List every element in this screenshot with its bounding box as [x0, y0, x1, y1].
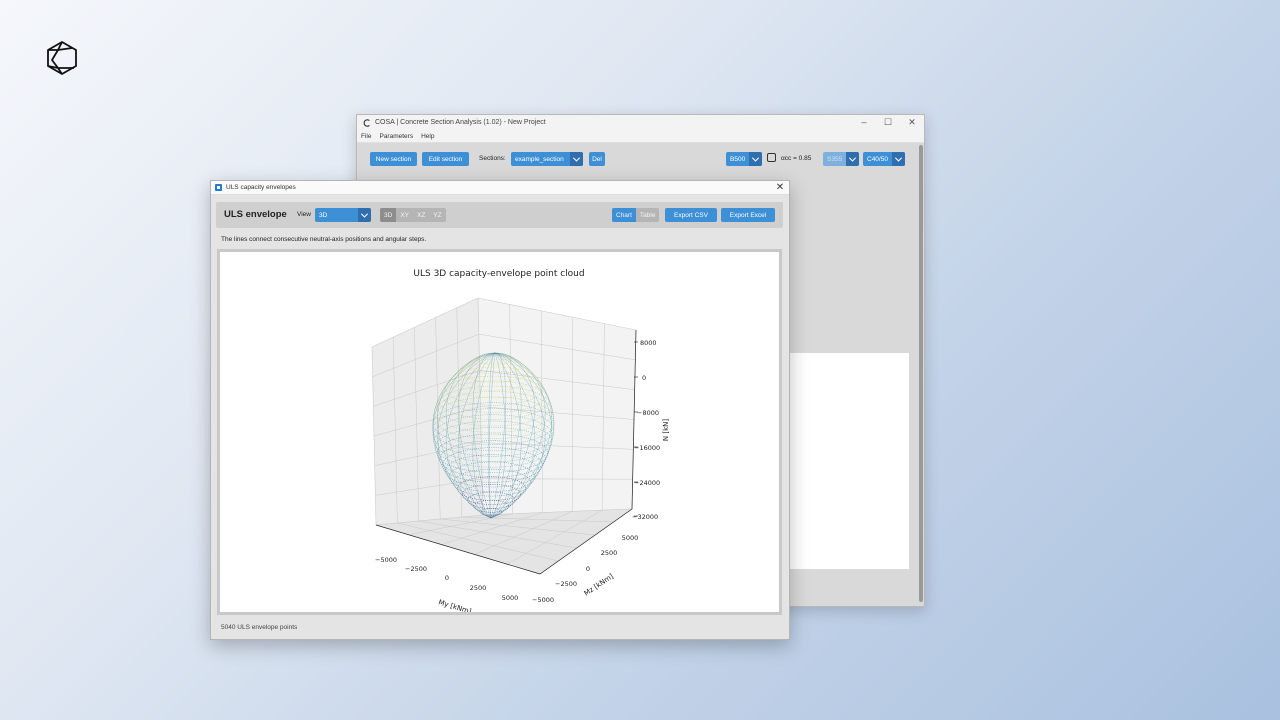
main-toolbar: New section Edit section Sections: examp…	[357, 152, 924, 166]
chevron-down-icon	[358, 208, 371, 222]
view-3d-button[interactable]: 3D	[380, 208, 397, 222]
rebar-grade-select[interactable]: B500	[726, 152, 762, 166]
x-tick: 0	[445, 574, 449, 582]
close-icon[interactable]: ✕	[900, 117, 924, 128]
x-axis-label: My [kNm]	[437, 598, 472, 612]
app-icon	[363, 118, 370, 127]
table-mode-button[interactable]: Table	[636, 208, 660, 222]
dialog-titlebar: ULS capacity envelopes ✕	[211, 181, 789, 195]
uls-envelope-dialog: ULS capacity envelopes ✕ ULS envelope Vi…	[210, 180, 790, 640]
x-tick: −5000	[375, 556, 397, 564]
axes-panes	[371, 297, 637, 575]
concrete-grade-value: C40/50	[867, 155, 888, 163]
chevron-down-icon	[892, 152, 905, 166]
menu-parameters[interactable]: Parameters	[379, 133, 413, 140]
section-select-value: example_section	[515, 155, 564, 163]
menubar: File Parameters Help	[357, 130, 924, 143]
info-text: The lines connect consecutive neutral-ax…	[221, 236, 427, 243]
z-tick: −8000	[637, 409, 659, 417]
z-tick: −24000	[634, 479, 660, 487]
x-tick: 5000	[502, 594, 519, 602]
y-tick: 0	[586, 565, 590, 573]
view-select[interactable]: 3D	[315, 208, 371, 222]
view-label: View	[297, 211, 311, 218]
rebar-grade-value: B500	[730, 155, 746, 163]
chevron-down-icon	[846, 152, 859, 166]
close-icon[interactable]: ✕	[771, 182, 789, 193]
new-section-button[interactable]: New section	[370, 152, 417, 166]
z-tick-labels: 8000 0 −8000 −16000 −24000 −32000	[632, 339, 660, 521]
dialog-toolbar: ULS envelope View 3D 3D XY XZ YZ Chart T…	[216, 202, 783, 228]
minimize-icon[interactable]: –	[852, 117, 876, 128]
export-csv-button[interactable]: Export CSV	[665, 208, 717, 222]
steel-grade-value: S355	[827, 155, 843, 163]
menu-file[interactable]: File	[361, 133, 371, 140]
main-titlebar: COSA | Concrete Section Analysis (1.02) …	[357, 115, 924, 130]
concrete-grade-select[interactable]: C40/50	[863, 152, 905, 166]
sections-label: Sections:	[479, 155, 506, 162]
mode-buttons: Chart Table	[612, 208, 660, 222]
chevron-down-icon	[749, 152, 762, 166]
x-tick: −2500	[405, 565, 427, 573]
dialog-app-icon	[215, 184, 222, 191]
export-excel-button[interactable]: Export Excel	[721, 208, 775, 222]
envelope-heading: ULS envelope	[224, 209, 287, 220]
view-xz-button[interactable]: XZ	[413, 208, 429, 222]
x-tick: 2500	[470, 584, 487, 592]
y-axis-label: Mz [kNm]	[583, 572, 615, 598]
results-panel	[789, 353, 909, 569]
dialog-title: ULS capacity envelopes	[226, 184, 296, 191]
envelope-3d-chart[interactable]: ULS 3D capacity-envelope point cloud −50…	[220, 252, 779, 616]
chevron-down-icon	[570, 152, 583, 166]
view-yz-button[interactable]: YZ	[429, 208, 445, 222]
z-axis-label: N [kN]	[662, 419, 670, 441]
y-tick: 5000	[622, 534, 639, 542]
x-tick-labels: −5000 −2500 0 2500 5000	[375, 556, 518, 602]
z-tick: 0	[642, 374, 646, 382]
z-tick: 8000	[640, 339, 657, 347]
view-xy-button[interactable]: XY	[396, 208, 413, 222]
main-window-title: COSA | Concrete Section Analysis (1.02) …	[375, 119, 546, 126]
view-select-value: 3D	[319, 211, 328, 219]
chart-title: ULS 3D capacity-envelope point cloud	[413, 269, 584, 279]
maximize-icon[interactable]: ☐	[876, 117, 900, 128]
view-buttons: 3D XY XZ YZ	[380, 208, 446, 222]
chart-area: ULS 3D capacity-envelope point cloud −50…	[220, 252, 779, 616]
z-tick: −16000	[634, 444, 660, 452]
edit-section-button[interactable]: Edit section	[422, 152, 469, 166]
delete-section-button[interactable]: Del	[589, 152, 605, 166]
steel-grade-select[interactable]: S355	[823, 152, 859, 166]
chart-frame: ULS 3D capacity-envelope point cloud −50…	[217, 249, 782, 616]
z-tick: −32000	[632, 513, 658, 521]
alpha-cc-checkbox[interactable]	[767, 153, 776, 162]
menu-help[interactable]: Help	[421, 133, 434, 140]
scrollbar[interactable]	[919, 145, 923, 602]
chart-mode-button[interactable]: Chart	[612, 208, 636, 222]
y-tick: −5000	[532, 596, 554, 604]
status-bar: 5040 ULS envelope points	[221, 624, 298, 631]
y-tick: 2500	[601, 549, 618, 557]
alpha-cc-label: αcc = 0.85	[781, 155, 812, 162]
section-select[interactable]: example_section	[511, 152, 583, 166]
y-tick: −2500	[555, 580, 577, 588]
cosa-logo-icon	[47, 41, 77, 75]
